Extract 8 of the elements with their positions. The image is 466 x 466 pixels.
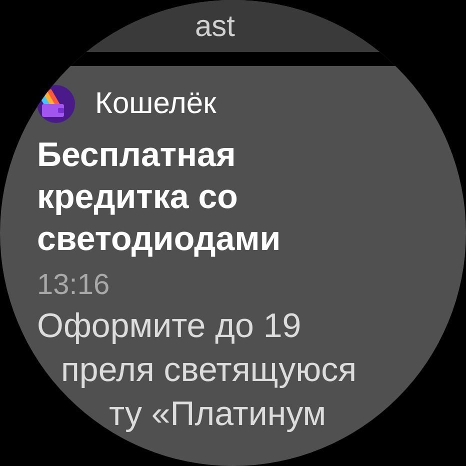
notification-body-line: преля светящуюся (61, 351, 357, 389)
notification-card[interactable]: Кошелёк Бесплатная кредитка со светодиодами 13:16 Оформите до 19 преля светящуюся ту «Платинум (0, 66, 466, 466)
app-name: Кошелёк (95, 86, 216, 122)
notification-body-line: Оформите до 19 (37, 307, 302, 345)
notification-time: 13:16 (37, 268, 111, 303)
notification-body-line: ту «Платинум (109, 395, 326, 433)
notification-title: Бесплатная кредитка со светодиодами (37, 135, 282, 260)
notification-text: ast (195, 10, 236, 44)
